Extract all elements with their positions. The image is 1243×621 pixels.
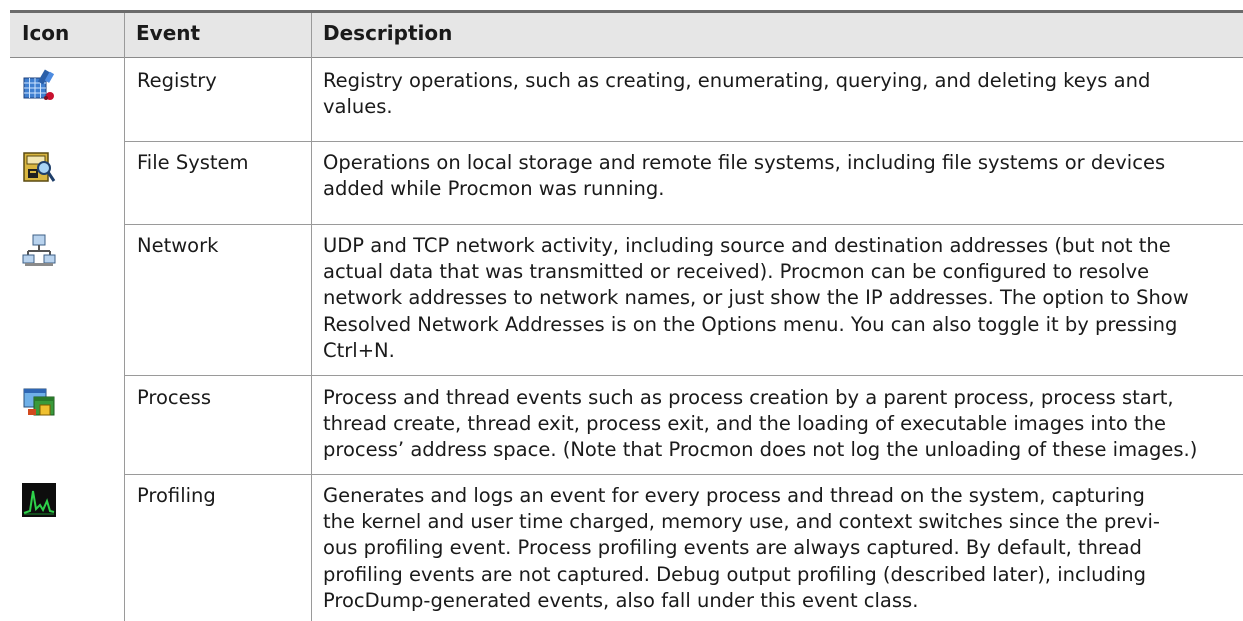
description-profiling: Generates and logs an event for every pr… [323, 483, 1223, 614]
table-header-row: Icon Event Description [10, 13, 1243, 58]
row-divider [124, 375, 1243, 376]
process-icon [22, 385, 56, 419]
event-name-file-system: File System [137, 151, 249, 174]
event-name-registry: Registry [137, 69, 217, 92]
row-divider [124, 474, 1243, 475]
network-icon [22, 233, 56, 267]
event-name-profiling: Profiling [137, 484, 216, 507]
description-line: profiling events are not captured. Debug… [323, 562, 1147, 586]
description-line: actual data that was transmitted or rece… [323, 260, 1150, 284]
description-line: values. [323, 95, 393, 119]
column-divider [311, 13, 312, 621]
registry-icon [22, 68, 56, 102]
row-divider [124, 224, 1243, 225]
description-line: thread create, thread exit, process exit… [323, 412, 1166, 436]
column-header-icon: Icon [22, 21, 70, 45]
event-classes-table: Icon Event Description Registry Registry… [0, 0, 1243, 621]
column-header-event: Event [136, 21, 201, 45]
description-line: UDP and TCP network activity, including … [323, 234, 1171, 257]
description-line: Ctrl+N. [323, 338, 395, 362]
profiling-icon [22, 483, 56, 517]
description-line: network addresses to network names, or j… [323, 286, 1189, 310]
description-line: Operations on local storage and remote f… [323, 151, 1166, 174]
description-line: Generates and logs an event for every pr… [323, 484, 1145, 507]
event-name-process: Process [137, 386, 211, 409]
description-file-system: Operations on local storage and remote f… [323, 150, 1223, 202]
description-line: the kernel and user time charged, memory… [323, 510, 1160, 534]
description-line: Registry operations, such as creating, e… [323, 69, 1151, 92]
description-line: Resolved Network Addresses is on the Opt… [323, 312, 1178, 336]
description-line: ous profiling event. Process profiling e… [323, 536, 1142, 560]
column-header-description: Description [323, 21, 453, 45]
description-process: Process and thread events such as proces… [323, 385, 1223, 464]
description-line: process’ address space. (Note that Procm… [323, 438, 1198, 462]
column-divider [124, 13, 125, 621]
event-name-network: Network [137, 234, 219, 257]
description-registry: Registry operations, such as creating, e… [323, 68, 1223, 120]
file-system-icon [22, 150, 56, 184]
description-line: Process and thread events such as proces… [323, 386, 1174, 409]
row-divider [124, 141, 1243, 142]
description-network: UDP and TCP network activity, including … [323, 233, 1223, 364]
description-line: ProcDump-generated events, also fall und… [323, 588, 919, 612]
description-line: added while Procmon was running. [323, 177, 665, 201]
